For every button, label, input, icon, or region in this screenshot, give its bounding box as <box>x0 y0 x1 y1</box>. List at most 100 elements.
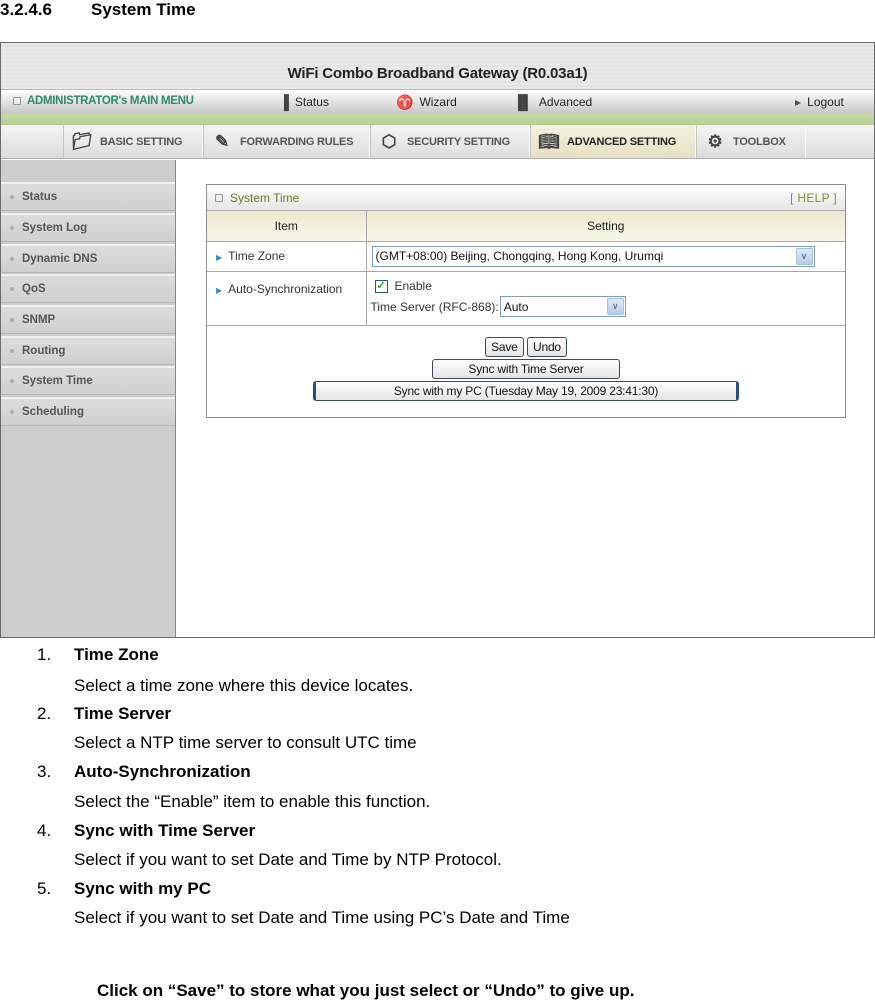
auto-sync-cell: ▶ Auto-Synchronization <box>207 271 367 326</box>
time-server-value: Auto <box>503 299 529 314</box>
time-server-select[interactable]: Auto ∨ <box>499 296 626 317</box>
time-zone-value: (GMT+08:00) Beijing, Chongqing, Hong Kon… <box>375 249 664 263</box>
list-number: 5. <box>37 879 52 898</box>
status-person-icon: ▐ <box>279 94 289 110</box>
table-row-auto-sync: ▶ Auto-Synchronization ✓ Enable Time Serv… <box>207 271 846 326</box>
forwarding-icon: ✎ <box>214 131 230 151</box>
sidebar-item-routing[interactable]: Routing <box>1 336 175 365</box>
list-title: Sync with Time Server <box>74 821 256 840</box>
save-button[interactable]: Save <box>485 337 524 358</box>
security-icon: ⬡ <box>381 131 397 151</box>
main-menubar: ADMINISTRATOR's MAIN MENU ▐ Status ♈ Wiz… <box>1 89 874 113</box>
sidebar-item-label: Dynamic DNS <box>22 253 98 265</box>
system-time-panel: System Time [ HELP ] Item Setting ▶ Time … <box>206 184 846 418</box>
menu-advanced-label: Advanced <box>538 95 593 109</box>
tab-forwarding-rules[interactable]: ✎ FORWARDING RULES <box>203 125 370 158</box>
list-description: Select the “Enable” item to enable this … <box>74 792 431 811</box>
section-title: System Time <box>91 0 196 19</box>
time-zone-setting-cell: (GMT+08:00) Beijing, Chongqing, Hong Kon… <box>366 241 845 272</box>
enable-checkbox[interactable]: ✓ <box>374 279 388 293</box>
list-description: Select a NTP time server to consult UTC … <box>74 733 417 752</box>
toolbox-gear-icon: ⚙ <box>707 131 723 151</box>
tab-security-setting[interactable]: ⬡ SECURITY SETTING <box>370 125 530 158</box>
sidebar-item-system-time[interactable]: System Time <box>1 366 175 395</box>
chevron-down-icon[interactable]: ∨ <box>606 298 624 315</box>
folder-icon: 📁︎ <box>71 131 93 151</box>
admin-main-menu-label: ADMINISTRATOR's MAIN MENU <box>27 95 194 107</box>
time-server-label: Time Server (RFC-868): <box>370 299 499 314</box>
admin-main-menu[interactable]: ADMINISTRATOR's MAIN MENU <box>13 95 194 107</box>
sync-pc-row: Sync with my PC (Tuesday May 19, 2009 23… <box>207 381 845 402</box>
undo-button[interactable]: Undo <box>527 337 567 358</box>
auto-sync-label: Auto-Synchronization <box>228 281 343 296</box>
list-title: Auto-Synchronization <box>74 762 251 781</box>
sidebar-item-scheduling[interactable]: Scheduling <box>1 397 175 426</box>
tab-advanced-setting[interactable]: 📖︎ ADVANCED SETTING <box>530 125 696 158</box>
main-content: System Time [ HELP ] Item Setting ▶ Time … <box>177 160 874 637</box>
time-zone-label: Time Zone <box>228 249 286 263</box>
col-item-header: Item <box>207 211 367 242</box>
tab-toolbox[interactable]: ⚙ TOOLBOX <box>696 125 806 158</box>
list-description: Select a time zone where this device loc… <box>74 676 414 695</box>
panel-title: System Time <box>230 190 300 205</box>
menu-logout[interactable]: ▶ Logout <box>795 95 844 109</box>
settings-tabbar: 📁︎ BASIC SETTING ✎ FORWARDING RULES ⬡ SE… <box>1 125 874 159</box>
help-link[interactable]: [ HELP ] <box>790 191 837 205</box>
menu-status[interactable]: ▐ Status <box>279 95 329 109</box>
sidebar-item-system-log[interactable]: System Log <box>1 213 175 242</box>
list-title: Time Zone <box>74 645 159 664</box>
tab-advanced-setting-label: ADVANCED SETTING <box>567 135 677 148</box>
menu-wizard[interactable]: ♈ Wizard <box>396 95 457 109</box>
enable-row: ✓ Enable <box>374 279 846 293</box>
sync-time-server-button[interactable]: Sync with Time Server <box>432 359 620 380</box>
sidebar-item-snmp[interactable]: SNMP <box>1 305 175 334</box>
sidebar-item-label: SNMP <box>22 314 56 326</box>
table-row-actions: Save Undo Sync with Time Server Sync wit… <box>207 325 845 413</box>
bullet-icon <box>10 379 14 383</box>
square-bullet-icon <box>13 97 21 105</box>
menu-advanced[interactable]: ▐▌ Advanced <box>513 95 592 109</box>
time-zone-select[interactable]: (GMT+08:00) Beijing, Chongqing, Hong Kon… <box>371 245 815 267</box>
triangle-right-icon: ▶ <box>795 97 802 107</box>
sidebar-item-label: Routing <box>22 345 66 357</box>
sidebar-item-qos[interactable]: QoS <box>1 274 175 303</box>
bullet-icon <box>10 226 14 230</box>
actions-cell: Save Undo Sync with Time Server Sync wit… <box>207 325 845 413</box>
col-setting-header: Setting <box>366 211 845 242</box>
enable-label: Enable <box>394 279 432 293</box>
router-screenshot: WiFi Combo Broadband Gateway (R0.03a1) A… <box>0 42 875 638</box>
menu-wizard-label: Wizard <box>419 95 457 109</box>
table-header-row: Item Setting <box>207 211 845 242</box>
chevron-down-icon[interactable]: ∨ <box>795 247 813 265</box>
list-number: 4. <box>37 821 52 840</box>
bullet-icon <box>10 257 14 261</box>
sidebar-item-label: Scheduling <box>22 406 84 418</box>
footer-note: Click on “Save” to store what you just s… <box>97 981 635 1000</box>
tab-security-setting-label: SECURITY SETTING <box>407 135 510 148</box>
sidebar-item-dynamic-dns[interactable]: Dynamic DNS <box>1 244 175 273</box>
advanced-icon: ▐▌ <box>513 94 533 110</box>
bullet-icon <box>10 287 14 291</box>
wizard-icon: ♈ <box>396 94 414 110</box>
sidebar-item-label: System Log <box>22 222 88 234</box>
list-number: 2. <box>37 704 52 723</box>
panel-header: System Time [ HELP ] <box>207 185 845 211</box>
sidebar: Status System Log Dynamic DNS QoS SNMP R… <box>1 160 176 637</box>
sync-with-pc-button[interactable]: Sync with my PC (Tuesday May 19, 2009 23… <box>313 381 739 402</box>
save-undo-row: Save Undo <box>207 337 845 358</box>
arrow-right-icon: ▶ <box>216 253 223 262</box>
tab-basic-setting[interactable]: 📁︎ BASIC SETTING <box>63 125 203 158</box>
section-number: 3.2.4.6 <box>0 0 52 19</box>
table-row-time-zone: ▶ Time Zone (GMT+08:00) Beijing, Chongqin… <box>207 241 845 272</box>
menu-status-label: Status <box>294 95 329 109</box>
sidebar-item-status[interactable]: Status <box>1 182 175 211</box>
tab-basic-setting-label: BASIC SETTING <box>100 135 183 148</box>
auto-sync-setting-cell: ✓ Enable Time Server (RFC-868): Auto ∨ <box>366 271 846 326</box>
arrow-right-icon: ▶ <box>216 285 223 295</box>
square-bullet-icon <box>215 193 223 202</box>
sidebar-item-label: Status <box>22 191 58 203</box>
sidebar-item-label: QoS <box>22 283 46 295</box>
list-number: 1. <box>37 645 52 664</box>
settings-table: Item Setting ▶ Time Zone (GMT+08:00) Beij… <box>207 211 845 413</box>
list-description: Select if you want to set Date and Time … <box>74 850 502 869</box>
